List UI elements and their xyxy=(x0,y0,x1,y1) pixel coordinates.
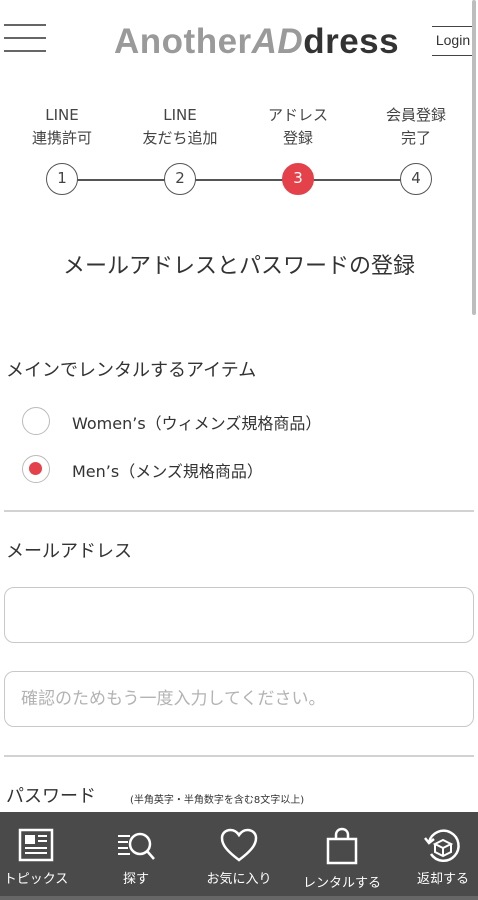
tab-rent-label: レンタルする xyxy=(302,876,381,891)
app-header: AnotherADdress Login xyxy=(0,0,478,82)
password-requirement-note: (半角英字・半角数字を含む8文字以上) xyxy=(130,795,305,806)
tab-return-label: 返却する xyxy=(416,872,469,887)
progress-line xyxy=(62,179,416,181)
divider xyxy=(4,755,474,757)
step-1-circle: 1 xyxy=(46,163,78,195)
tab-topics-label: トピックス xyxy=(3,872,69,887)
rental-item-label: メインでレンタルするアイテム xyxy=(6,360,257,381)
tab-favorites-label: お気に入り xyxy=(206,872,272,887)
home-indicator-bar xyxy=(0,896,478,900)
password-label: パスワード xyxy=(6,786,96,807)
step-3-circle-active: 3 xyxy=(282,163,314,195)
heart-icon xyxy=(220,828,258,862)
step-3-label: アドレス 登録 xyxy=(267,106,328,147)
hamburger-menu-icon[interactable] xyxy=(4,24,46,54)
tab-search-label: 探す xyxy=(122,872,149,887)
divider xyxy=(4,510,474,512)
tab-return[interactable]: 返却する xyxy=(408,812,478,900)
radio-mens-label: Men’s（メンズ規格商品） xyxy=(72,462,263,481)
bottom-tab-bar: トピックス 探す お気に入り レンタルする 返却する xyxy=(0,812,478,900)
registration-progress: LINE 連携許可 LINE 友だち追加 アドレス 登録 会員登録 完了 1 2 3 4 xyxy=(0,100,478,200)
login-button[interactable]: Login xyxy=(432,26,474,56)
tab-search[interactable]: 探す xyxy=(100,812,172,900)
step-4-label: 会員登録 完了 xyxy=(385,106,446,147)
step-2-circle: 2 xyxy=(164,163,196,195)
email-label: メールアドレス xyxy=(6,541,132,562)
search-list-icon xyxy=(118,832,155,860)
tab-topics[interactable]: トピックス xyxy=(0,812,72,900)
step-4-circle: 4 xyxy=(400,163,432,195)
newspaper-icon xyxy=(18,828,54,862)
tab-rent[interactable]: レンタルする xyxy=(300,812,384,900)
brand-logo[interactable]: AnotherADdress xyxy=(114,22,399,62)
tab-favorites[interactable]: お気に入り xyxy=(200,812,278,900)
radio-womens-label: Women’s（ウィメンズ規格商品） xyxy=(72,414,322,433)
email-input[interactable] xyxy=(4,587,474,643)
email-confirm-input[interactable] xyxy=(4,671,474,727)
radio-button[interactable] xyxy=(22,407,50,435)
page-title: メールアドレスとパスワードの登録 xyxy=(62,254,415,279)
radio-mens[interactable]: Men’s（メンズ規格商品） xyxy=(22,455,292,485)
return-box-icon xyxy=(424,829,460,862)
step-2-label: LINE 友だち追加 xyxy=(142,106,218,147)
radio-button-checked[interactable] xyxy=(22,455,50,483)
radio-womens[interactable]: Women’s（ウィメンズ規格商品） xyxy=(22,407,352,437)
step-1-label: LINE 連携許可 xyxy=(31,106,92,147)
shopping-bag-icon xyxy=(326,827,358,865)
